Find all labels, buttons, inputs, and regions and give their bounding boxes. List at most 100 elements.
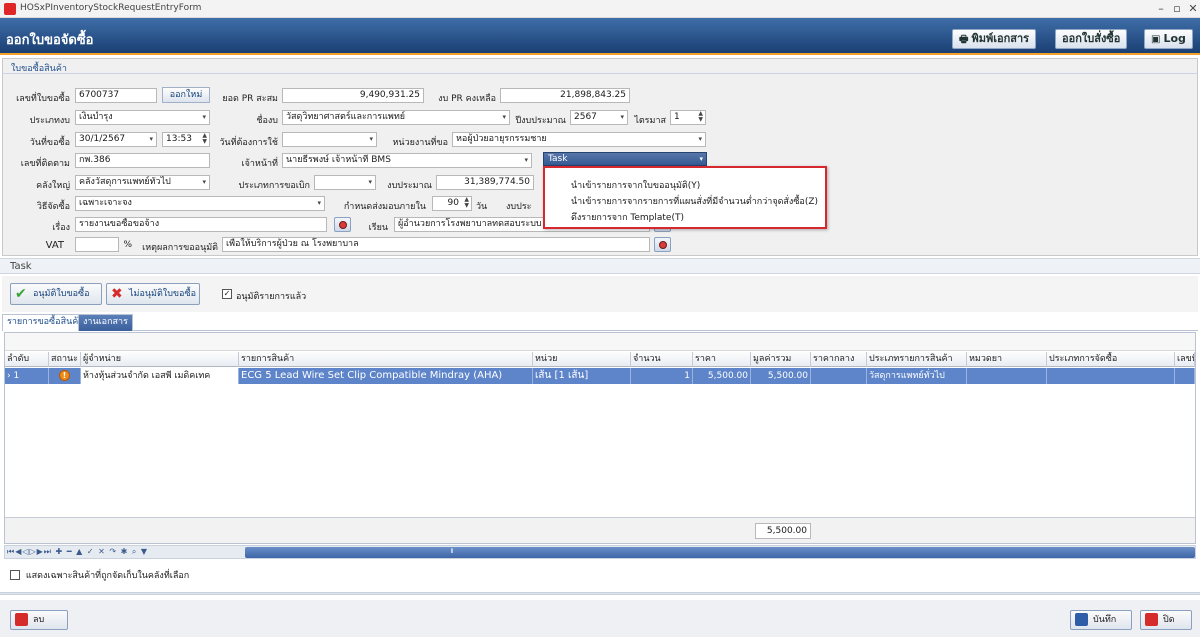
pr-remain-field[interactable]: 21,898,843.25 <box>500 88 630 103</box>
spinner-arrows-icon[interactable]: ▲ ▼ <box>464 197 469 209</box>
only-in-stock-checkbox[interactable] <box>10 570 20 580</box>
chevron-down-icon: ▾ <box>369 135 373 143</box>
grid-header: ลำดับ สถานะ ผู้จำหน่าย รายการสินค้า หน่ว… <box>5 352 1195 367</box>
chevron-down-icon: ▾ <box>699 155 703 163</box>
subject-lookup-button[interactable] <box>334 217 351 232</box>
quarter-spinner[interactable]: 1 ▲ ▼ <box>670 110 706 125</box>
ref-no-field[interactable]: กพ.386 <box>75 153 210 168</box>
table-row[interactable]: › 1 ! ห้างหุ้นส่วนจำกัด เอสพี เมดิคเทค E… <box>5 368 1195 384</box>
cell-drug-category[interactable] <box>967 368 1047 384</box>
request-date-label: วันที่ขอซื้อ <box>29 138 70 148</box>
log-button[interactable]: ▣ Log <box>1144 29 1193 49</box>
reason-label: เหตุผลการขออนุมัติ <box>142 243 218 253</box>
request-date-picker[interactable]: 30/1/2567 ▾ <box>75 132 157 147</box>
task-combo[interactable]: Task ▾ <box>543 152 707 166</box>
method-select[interactable]: เฉพาะเจาะจง ▾ <box>75 196 325 211</box>
col-item[interactable]: รายการสินค้า <box>239 352 533 367</box>
maximize-icon[interactable]: ▫ <box>1170 2 1184 16</box>
delivery-days-spinner[interactable]: 90 ▲ ▼ <box>432 196 472 211</box>
department-label: หน่วยงานที่ขอ <box>392 138 448 148</box>
col-vendor[interactable]: ผู้จำหน่าย <box>81 352 239 367</box>
need-date-picker[interactable]: ▾ <box>282 132 377 147</box>
save-button[interactable]: บันทึก <box>1070 610 1132 630</box>
chevron-down-icon: ▾ <box>698 135 702 143</box>
cell-status: ! <box>49 368 81 384</box>
ref-no-label: เลขที่ติดตาม <box>20 159 70 169</box>
check-icon: ✔ <box>15 286 27 302</box>
approve-label: อนุมัติใบขอซื้อ <box>33 289 90 299</box>
doc-no-label: เลขที่ใบขอซื้อ <box>16 94 70 104</box>
officer-select[interactable]: นายธีรพงษ์ เจ้าหน้าที่ BMS ▾ <box>282 153 532 168</box>
minimize-icon[interactable]: – <box>1154 2 1168 16</box>
department-select[interactable]: หอผู้ป่วยอายุรกรรมชาย ▾ <box>452 132 706 147</box>
doc-no-field[interactable]: 6700737 <box>75 88 157 103</box>
col-purchase-type[interactable]: ประเภทการจัดซื้อ <box>1047 352 1175 367</box>
withdraw-type-select[interactable]: ▾ <box>314 175 376 190</box>
menu-item-import-approval[interactable]: นำเข้ารายการจากใบขออนุมัติ(Y) <box>571 178 700 192</box>
request-time-spinner[interactable]: 13:53 ▲ ▼ <box>162 132 210 147</box>
cell-item-type[interactable]: วัสดุการแพทย์ทั่วไป <box>867 368 967 384</box>
menu-item-import-template[interactable]: ดึงรายการจาก Template(T) <box>571 210 684 224</box>
budget-type-label: ประเภทงบ <box>29 116 70 126</box>
reject-button[interactable]: ✖ ไม่อนุมัติใบขอซื้อ <box>106 283 200 305</box>
cell-vendor[interactable]: ห้างหุ้นส่วนจำกัด เอสพี เมดิคเทค <box>81 368 239 384</box>
splitter[interactable] <box>0 592 1200 595</box>
horizontal-scrollbar[interactable]: ⦀ <box>245 547 1195 558</box>
navigator-buttons-icon[interactable]: ⏮◀◁▷▶⏭ ✚ ━ ▲ ✓ ✕ ↷ ✱ ⌕ ▼ <box>7 547 148 557</box>
budget-amount-field[interactable]: 31,389,774.50 <box>436 175 534 190</box>
menu-item-import-below-reorder[interactable]: นำเข้ารายการจากรายการที่แผนสั่งที่มีจำนว… <box>571 194 818 208</box>
budget-amount-label: งบประมาณ <box>387 181 432 191</box>
pr-total-label: ยอด PR สะสม <box>222 94 278 104</box>
spinner-arrows-icon[interactable]: ▲ ▼ <box>698 111 703 123</box>
col-drug-category[interactable]: หมวดยา <box>967 352 1047 367</box>
delete-button[interactable]: ลบ <box>10 610 68 630</box>
warehouse-select[interactable]: คลังวัสดุการแพทย์ทั่วไป ▾ <box>75 175 210 190</box>
fiscal-year-value: 2567 <box>574 112 597 122</box>
vat-field[interactable] <box>75 237 119 252</box>
col-qty[interactable]: จำนวน <box>631 352 693 367</box>
approved-checkbox-label: อนุมัติรายการแล้ว <box>236 292 307 302</box>
cell-unit[interactable]: เส้น [1 เส้น] <box>533 368 631 384</box>
close-button[interactable]: ปิด <box>1140 610 1192 630</box>
approve-button[interactable]: ✔ อนุมัติใบขอซื้อ <box>10 283 102 305</box>
cell-seq: › 1 <box>5 368 49 384</box>
x-icon: ✖ <box>111 286 123 302</box>
subject-field[interactable]: รายงานขอซื้อขอจ้าง <box>75 217 327 232</box>
close-icon[interactable]: ✕ <box>1186 2 1200 16</box>
col-seq[interactable]: ลำดับ <box>5 352 49 367</box>
tab-request-items[interactable]: รายการขอซื้อสินค้า <box>2 314 89 331</box>
col-number[interactable]: เลขที่ <box>1175 352 1195 367</box>
lookup-icon <box>339 221 347 229</box>
task-caption-text: Task <box>10 261 32 272</box>
col-unit[interactable]: หน่วย <box>533 352 631 367</box>
reason-field[interactable]: เพื่อให้บริการผู้ป่วย ณ โรงพยาบาล <box>222 237 650 252</box>
reason-lookup-button[interactable] <box>654 237 671 252</box>
tab-strip: รายการขอซื้อสินค้า งานเอกสาร <box>2 313 1198 331</box>
issue-purchase-order-button[interactable]: ออกใบสั่งซื้อ <box>1055 29 1128 49</box>
col-total[interactable]: มูลค่ารวม <box>751 352 811 367</box>
print-document-button[interactable]: 🖶 พิมพ์เอกสาร <box>952 29 1037 49</box>
approved-checkbox[interactable]: ✓ <box>222 289 232 299</box>
col-median-price[interactable]: ราคากลาง <box>811 352 867 367</box>
fiscal-year-select[interactable]: 2567 ▾ <box>570 110 628 125</box>
cell-item[interactable]: ECG 5 Lead Wire Set Clip Compatible Mind… <box>239 368 533 384</box>
window-title: HOSxPInventoryStockRequestEntryForm <box>20 3 202 13</box>
tab-documents[interactable]: งานเอกสาร <box>78 314 133 331</box>
cell-qty[interactable]: 1 <box>631 368 693 384</box>
cell-median-price[interactable] <box>811 368 867 384</box>
col-status[interactable]: สถานะ <box>49 352 81 367</box>
budget-type-select[interactable]: เงินบำรุง ▾ <box>75 110 210 125</box>
cell-total[interactable]: 5,500.00 <box>751 368 811 384</box>
scroll-thumb-icon[interactable]: ⦀ <box>445 549 459 555</box>
spinner-arrows-icon[interactable]: ▲ ▼ <box>202 133 207 145</box>
pr-total-field[interactable]: 9,490,931.25 <box>282 88 424 103</box>
cell-price[interactable]: 5,500.00 <box>693 368 751 384</box>
grid-navigator: ⏮◀◁▷▶⏭ ✚ ━ ▲ ✓ ✕ ↷ ✱ ⌕ ▼ ⦀ <box>4 545 1196 559</box>
cell-number[interactable] <box>1175 368 1195 384</box>
chevron-down-icon: ▾ <box>202 178 206 186</box>
col-price[interactable]: ราคา <box>693 352 751 367</box>
cell-purchase-type[interactable] <box>1047 368 1175 384</box>
col-item-type[interactable]: ประเภทรายการสินค้า <box>867 352 967 367</box>
new-doc-button[interactable]: ออกใหม่ <box>162 87 210 103</box>
budget-name-select[interactable]: วัสดุวิทยาศาสตร์และการแพทย์ ▾ <box>282 110 510 125</box>
